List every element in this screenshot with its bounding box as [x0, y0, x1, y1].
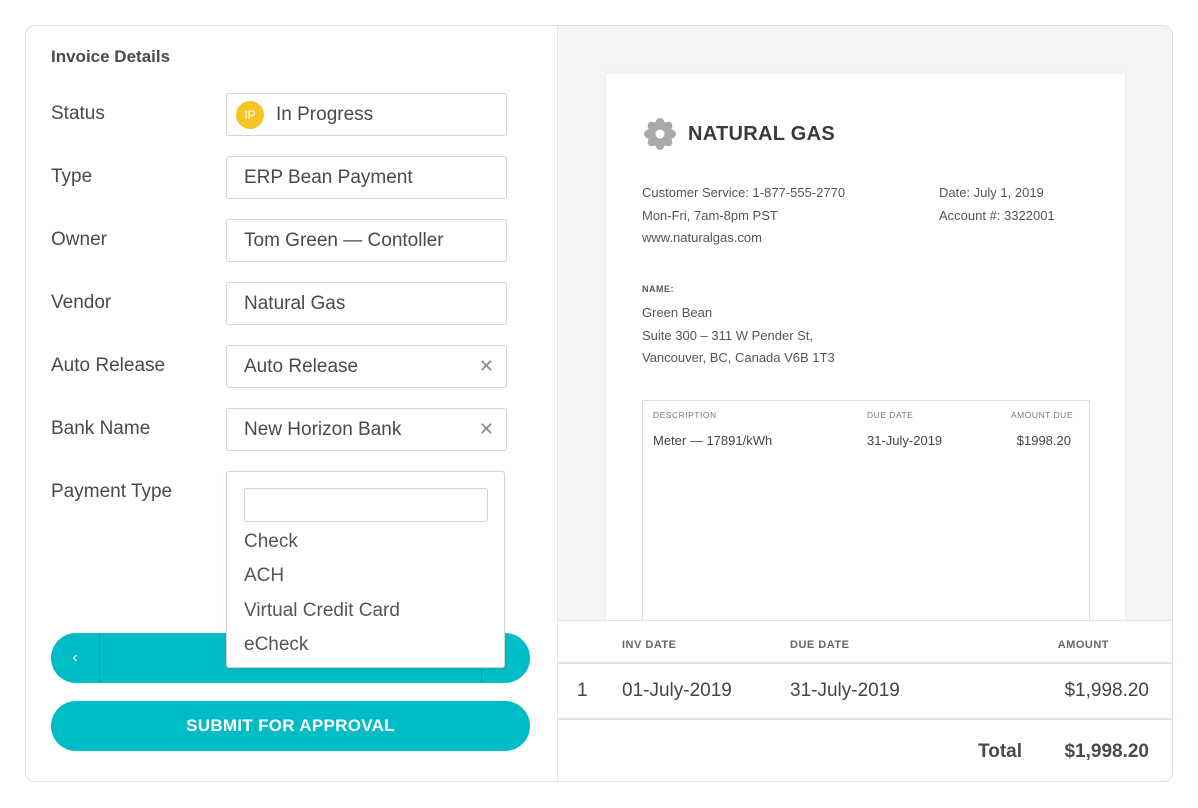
- address-line-1: Suite 300 – 311 W Pender St,: [642, 327, 814, 343]
- website-link[interactable]: www.naturalgas.com: [642, 227, 845, 250]
- type-value: ERP Bean Payment: [244, 166, 413, 188]
- customer-name: Green Bean: [642, 305, 713, 320]
- name-label: NAME:: [642, 284, 674, 294]
- line-amount-due: $1998.20: [1016, 433, 1071, 448]
- due-date-header: DUE DATE: [790, 639, 850, 651]
- line-description: Meter — 17891/kWh: [653, 433, 773, 448]
- invoice-summary-table: INV DATE DUE DATE AMOUNT 1 01-July-2019 …: [558, 620, 1172, 781]
- flower-icon: [644, 118, 676, 150]
- bank-name-field[interactable]: New Horizon Bank ✕: [226, 408, 507, 451]
- due-date-header: DUE DATE: [867, 410, 914, 420]
- type-field[interactable]: ERP Bean Payment: [226, 156, 507, 199]
- service-hours: Mon-Fri, 7am-8pm PST: [642, 207, 778, 223]
- payment-type-search-input[interactable]: [244, 488, 488, 522]
- owner-field[interactable]: Tom Green — Contoller: [226, 219, 507, 262]
- bank-name-value: New Horizon Bank: [244, 418, 402, 440]
- auto-release-label: Auto Release: [51, 355, 166, 376]
- invoice-card: Invoice Details Status IP In Progress Ty…: [25, 25, 1173, 782]
- payment-type-label: Payment Type: [51, 481, 173, 502]
- status-field[interactable]: IP In Progress: [226, 93, 507, 136]
- contact-info: Customer Service: 1-877-555-2770 Mon-Fri…: [642, 182, 845, 250]
- invoice-details-panel: Invoice Details Status IP In Progress Ty…: [26, 26, 557, 781]
- close-icon[interactable]: ✕: [479, 419, 494, 440]
- option-virtual-credit-card[interactable]: Virtual Credit Card: [244, 600, 400, 622]
- row-inv-date: 01-July-2019: [622, 680, 732, 701]
- status-badge: IP: [236, 100, 264, 129]
- vendor-field[interactable]: Natural Gas: [226, 282, 507, 325]
- owner-value: Tom Green — Contoller: [244, 229, 444, 251]
- auto-release-field[interactable]: Auto Release ✕: [226, 345, 507, 388]
- brand: NATURAL GAS: [642, 116, 835, 152]
- status-value: In Progress: [276, 103, 374, 125]
- row-due-date: 31-July-2019: [790, 680, 900, 701]
- invoice-meta: Date: July 1, 2019 Account #: 3322001: [939, 182, 1055, 227]
- total-value: $1,998.20: [1064, 741, 1149, 762]
- summary-divider: [558, 662, 1172, 664]
- type-label: Type: [51, 166, 93, 187]
- invoice-preview-panel: NATURAL GAS Customer Service: 1-877-555-…: [557, 26, 1172, 781]
- owner-label: Owner: [51, 229, 107, 250]
- vendor-label: Vendor: [51, 292, 112, 313]
- account-number: Account #: 3322001: [939, 207, 1055, 223]
- address-line-2: Vancouver, BC, Canada V6B 1T3: [642, 350, 835, 365]
- total-label: Total: [978, 741, 1022, 762]
- payment-type-dropdown: Check ACH Virtual Credit Card eCheck: [226, 471, 505, 668]
- row-amount: $1,998.20: [1064, 680, 1149, 701]
- summary-divider: [558, 718, 1172, 720]
- submit-for-approval-button[interactable]: SUBMIT FOR APPROVAL: [51, 701, 530, 751]
- option-echeck[interactable]: eCheck: [244, 634, 308, 656]
- bank-name-label: Bank Name: [51, 418, 151, 439]
- option-check[interactable]: Check: [244, 531, 298, 553]
- invoice-line-items: DESCRIPTION DUE DATE AMOUNT DUE Meter — …: [642, 400, 1090, 640]
- close-icon[interactable]: ✕: [479, 356, 494, 377]
- description-header: DESCRIPTION: [653, 410, 717, 420]
- invoice-date: Date: July 1, 2019: [939, 185, 1044, 200]
- line-due-date: 31-July-2019: [867, 433, 943, 448]
- auto-release-value: Auto Release: [244, 355, 359, 377]
- invoice-document: NATURAL GAS Customer Service: 1-877-555-…: [606, 74, 1125, 640]
- customer-address: Green Bean Suite 300 – 311 W Pender St, …: [642, 302, 835, 370]
- option-ach[interactable]: ACH: [244, 565, 284, 587]
- amount-header: AMOUNT: [1057, 639, 1109, 651]
- vendor-value: Natural Gas: [244, 292, 346, 314]
- status-label: Status: [51, 103, 105, 124]
- section-title: Invoice Details: [51, 47, 171, 66]
- inv-date-header: INV DATE: [622, 639, 677, 651]
- amount-due-header: AMOUNT DUE: [1011, 410, 1073, 420]
- brand-name: NATURAL GAS: [688, 122, 836, 145]
- chevron-left-icon[interactable]: ‹: [51, 633, 100, 683]
- row-index: 1: [577, 680, 588, 701]
- customer-service: Customer Service: 1-877-555-2770: [642, 185, 846, 200]
